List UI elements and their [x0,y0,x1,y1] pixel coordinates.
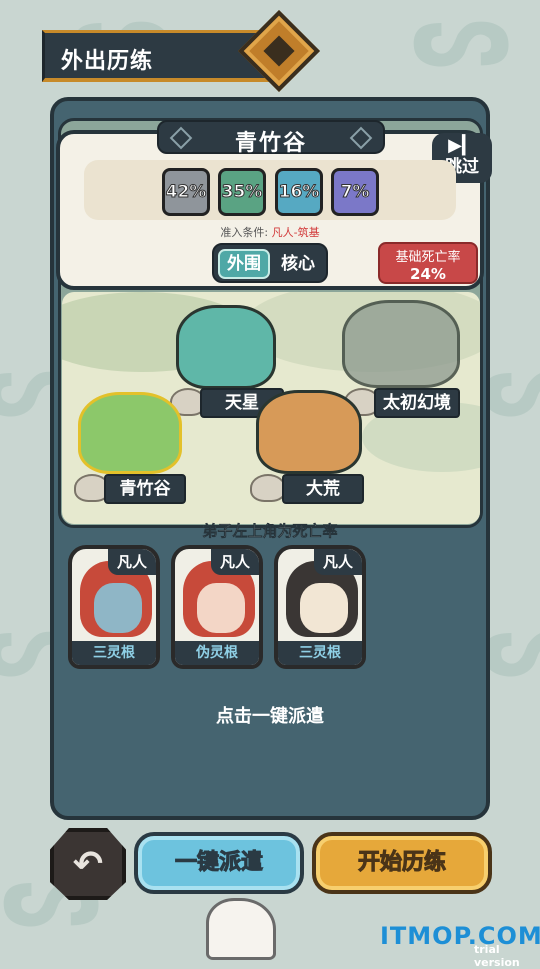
rate-strip [84,160,456,220]
rate-value: 7% [340,182,370,203]
rate-value: 42% [165,182,207,203]
tab-core[interactable]: 核心 [272,249,324,279]
disciple-rank: 凡人 [211,549,259,575]
start-training-button[interactable]: 开始历练 [312,832,492,894]
back-button[interactable]: ↶ [50,828,126,900]
rate-value: 16% [278,182,320,203]
background-pattern: ᔕ [410,0,513,87]
rate-chip: 7% [331,168,379,216]
dispatch-hint: 点击一键派遣 [216,706,324,727]
rate-value: 35% [221,182,263,203]
location-name: 青竹谷 [234,131,307,156]
rate-chip: 42% [162,168,210,216]
spirit-root: 伪灵根 [175,641,259,665]
skip-forward-icon: ▶▎ [448,135,476,156]
location-label: 大荒 [282,474,364,504]
disciple-card[interactable]: 凡人 三灵根 [274,545,366,669]
death-rate-label: 基础死亡率 [395,250,461,265]
disciple-rank: 凡人 [108,549,156,575]
rate-chip: 16% [275,168,323,216]
requirement-label: 准入条件: [220,226,272,239]
entry-requirement: 准入条件: 凡人-筑基 [0,224,540,240]
disciple-card[interactable]: 凡人 伪灵根 [171,545,263,669]
disciple-rank: 凡人 [314,549,362,575]
zone-toggle: 外围 核心 [212,243,328,283]
base-death-rate: 基础死亡率 24% [378,242,478,284]
rate-chip: 35% [218,168,266,216]
tab-outer[interactable]: 外围 [218,249,270,279]
tutorial-hand-icon [206,898,276,960]
death-rate-hint: 弟子左上角为死亡率 [202,522,338,541]
spirit-root: 三灵根 [278,641,362,665]
page-title: 外出历练 [61,49,154,74]
location-title: 青竹谷 [157,120,385,156]
trial-label: trial version [474,943,520,969]
disciple-card[interactable]: 凡人 三灵根 [68,545,160,669]
spirit-root: 三灵根 [72,641,156,665]
death-rate-value: 24% [410,265,446,283]
requirement-value: 凡人-筑基 [271,226,320,239]
back-arrow-icon: ↶ [72,843,104,885]
one-click-dispatch-button[interactable]: 一键派遣 [134,832,304,894]
location-label: 青竹谷 [104,474,186,504]
location-label: 太初幻境 [374,388,460,418]
